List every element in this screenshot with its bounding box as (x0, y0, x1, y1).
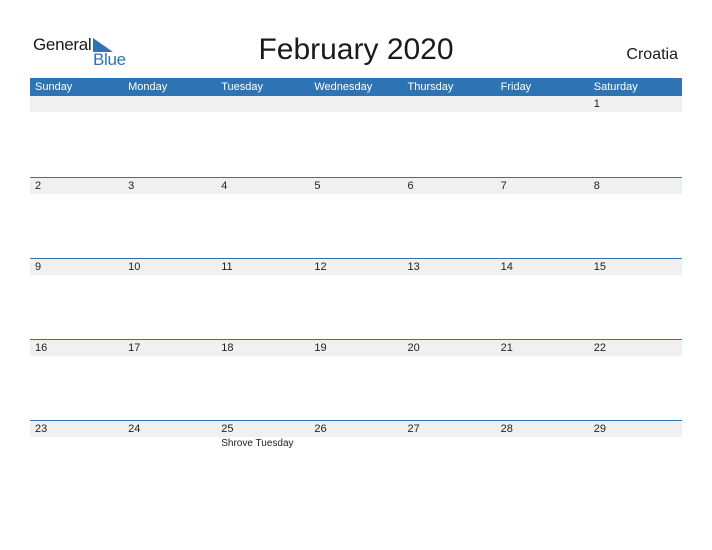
day-number: 5 (314, 180, 321, 192)
day-number (496, 96, 589, 112)
day-number: 25 (221, 423, 234, 435)
day-number: 11 (221, 261, 233, 273)
weekday-label: Friday (500, 81, 532, 93)
weekday-label: Tuesday (221, 81, 264, 93)
day-number: 2 (35, 180, 42, 192)
weekday-header: Sunday Monday Tuesday Wednesday Thursday… (30, 78, 682, 96)
day-number: 15 (593, 261, 606, 273)
holiday-event (30, 437, 123, 451)
holiday-event (496, 437, 589, 451)
day-number: 17 (128, 342, 141, 354)
day-number: 18 (221, 342, 234, 354)
day-number: 29 (593, 423, 606, 435)
day-number: 8 (593, 180, 600, 192)
day-number: 10 (128, 261, 141, 273)
day-number (30, 96, 123, 112)
day-number-row: 9 10 11 12 13 14 15 (30, 259, 682, 275)
weekday-label: Sunday (35, 81, 73, 93)
week-row: 16 17 18 19 20 21 22 (30, 339, 682, 420)
holiday-event (309, 437, 402, 451)
weekday-label: Saturday (593, 81, 638, 93)
day-number-row: 2 3 4 5 6 7 8 (30, 178, 682, 194)
day-number: 1 (593, 98, 600, 110)
country-label: Croatia (626, 46, 678, 63)
day-number: 21 (500, 342, 513, 354)
day-number: 28 (500, 423, 513, 435)
day-number: 13 (407, 261, 420, 273)
day-number (216, 96, 309, 112)
holiday-event (589, 437, 682, 451)
day-number: 12 (314, 261, 327, 273)
holiday-event: Shrove Tuesday (221, 438, 294, 449)
day-number (123, 96, 216, 112)
week-row: 2 3 4 5 6 7 8 (30, 177, 682, 258)
calendar-grid: Sunday Monday Tuesday Wednesday Thursday… (30, 78, 682, 501)
day-number: 14 (500, 261, 513, 273)
events-row: Shrove Tuesday (30, 437, 682, 451)
day-number (403, 96, 496, 112)
day-number: 16 (35, 342, 48, 354)
day-number: 9 (35, 261, 42, 273)
day-number: 6 (407, 180, 414, 192)
day-number-row: 23 24 25 26 27 28 29 (30, 421, 682, 437)
week-row: 23 24 25 26 27 28 29 Shrove Tuesday (30, 420, 682, 501)
day-number: 20 (407, 342, 420, 354)
day-number: 26 (314, 423, 327, 435)
day-number: 7 (500, 180, 507, 192)
day-number: 27 (407, 423, 420, 435)
day-number: 3 (128, 180, 135, 192)
day-number: 4 (221, 180, 228, 192)
day-number: 22 (593, 342, 606, 354)
week-row: 1 (30, 96, 682, 177)
holiday-event (123, 437, 216, 451)
day-number: 24 (128, 423, 141, 435)
week-row: 9 10 11 12 13 14 15 (30, 258, 682, 339)
page-title: February 2020 (258, 33, 454, 66)
day-number-row: 16 17 18 19 20 21 22 (30, 340, 682, 356)
weekday-label: Monday (128, 81, 168, 93)
day-number (309, 96, 402, 112)
holiday-event (403, 437, 496, 451)
day-number: 19 (314, 342, 327, 354)
day-number-row: 1 (30, 96, 682, 112)
weekday-label: Thursday (407, 81, 454, 93)
weekday-label: Wednesday (314, 81, 373, 93)
day-number: 23 (35, 423, 48, 435)
